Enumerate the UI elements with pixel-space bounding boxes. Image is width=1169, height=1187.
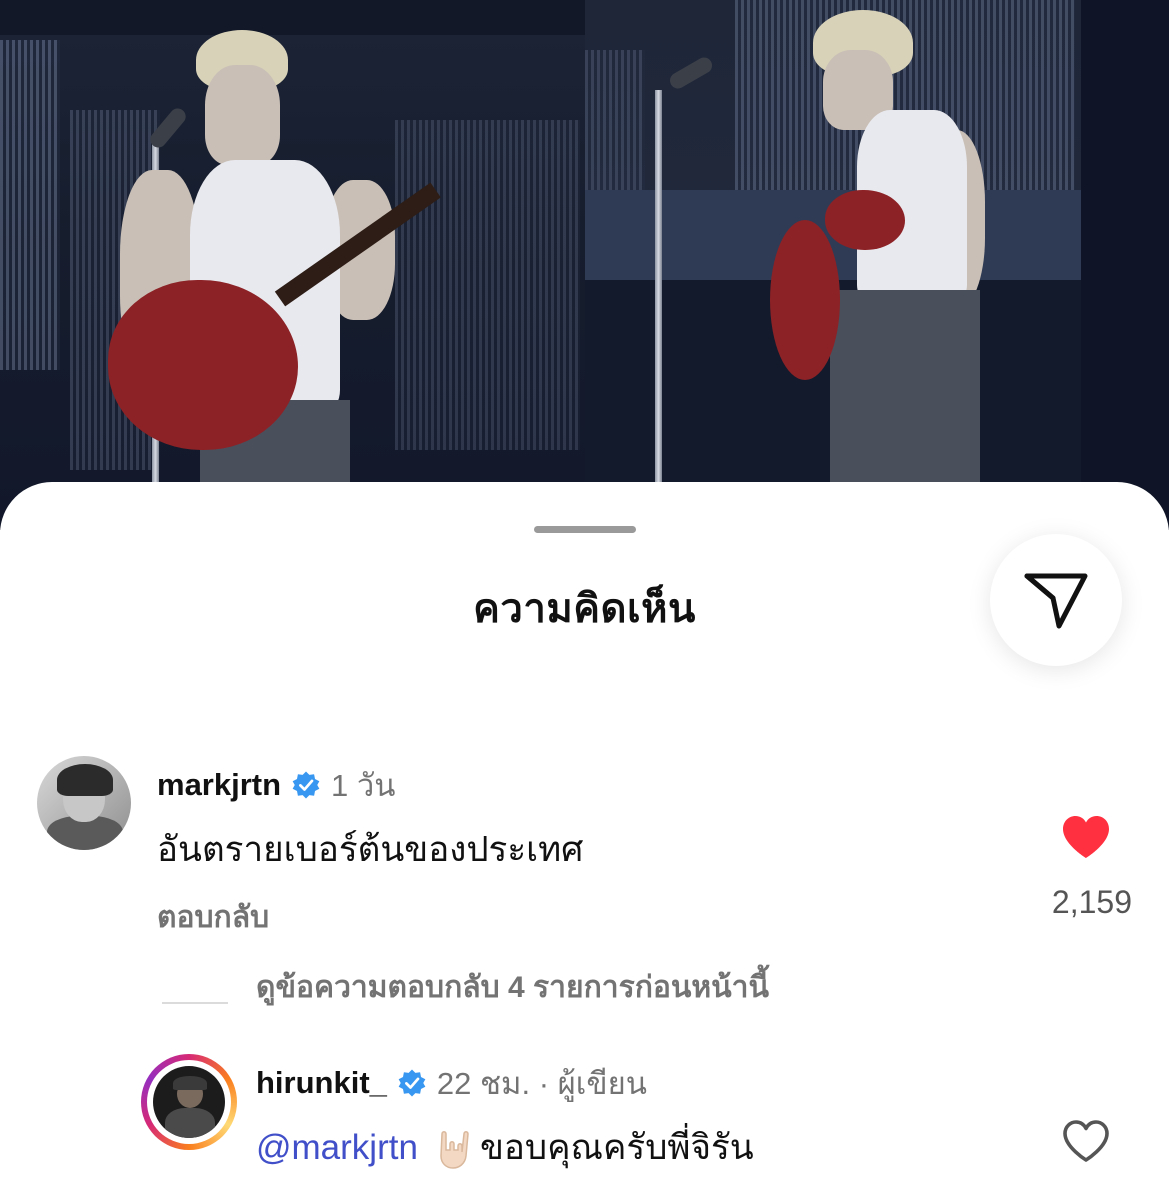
- view-previous-replies-button[interactable]: ดูข้อความตอบกลับ 4 รายการก่อนหน้านี้: [256, 964, 769, 1011]
- post-photo-right: [585, 0, 1081, 530]
- reply-meta: 22 ชม. · ผู้เขียน: [436, 1066, 647, 1101]
- heart-outline-icon[interactable]: [1060, 1118, 1112, 1164]
- verified-badge-icon: [397, 1068, 427, 1098]
- heart-filled-icon[interactable]: [1060, 814, 1112, 860]
- sheet-grabber[interactable]: [534, 526, 636, 533]
- post-photo-carousel[interactable]: [0, 0, 1169, 530]
- post-photo-left: [0, 0, 585, 530]
- send-icon: [1024, 573, 1088, 629]
- comment-header: markjrtn 1 วัน: [157, 760, 396, 810]
- reply-button[interactable]: ตอบกลับ: [157, 894, 269, 941]
- comment-username[interactable]: markjrtn: [157, 767, 281, 803]
- avatar-story-ring[interactable]: [141, 1054, 237, 1150]
- like-count: 2,159: [1051, 884, 1132, 920]
- comment-text: อันตรายเบอร์ต้นของประเทศ: [157, 830, 584, 869]
- mention-link[interactable]: @markjrtn: [256, 1128, 418, 1168]
- reply-text: @markjrtn ขอบคุณครับพี่จิรัน: [256, 1120, 754, 1175]
- reply-header: hirunkit_ 22 ชม. · ผู้เขียน: [256, 1058, 647, 1108]
- reply-username[interactable]: hirunkit_: [256, 1065, 387, 1101]
- post-photo-edge: [1081, 0, 1169, 530]
- reply-message: ขอบคุณครับพี่จิรัน: [479, 1128, 754, 1167]
- share-button[interactable]: [990, 534, 1122, 666]
- rock-on-hand-emoji: [440, 1130, 469, 1169]
- avatar[interactable]: [37, 756, 131, 850]
- divider: [162, 1002, 228, 1004]
- verified-badge-icon: [291, 770, 321, 800]
- comment-time: 1 วัน: [331, 768, 396, 803]
- avatar: [153, 1066, 225, 1138]
